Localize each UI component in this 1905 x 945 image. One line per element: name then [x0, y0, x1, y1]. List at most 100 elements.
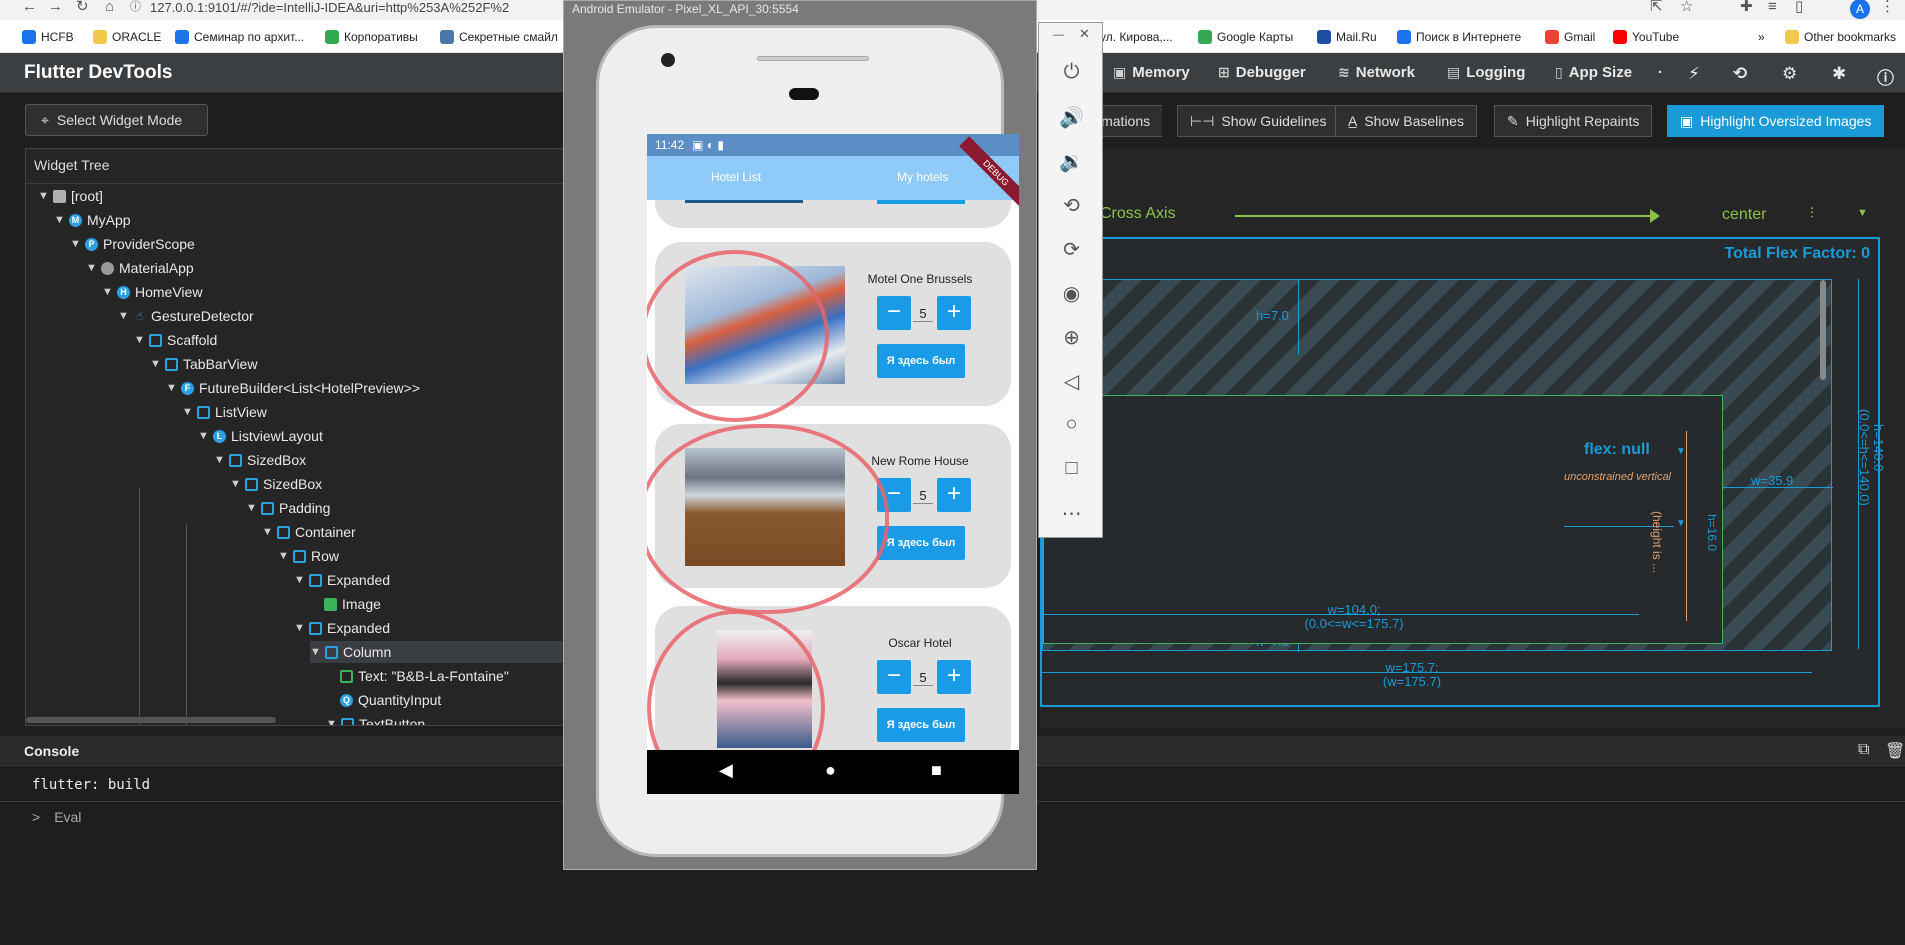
- decrement-button[interactable]: −: [877, 660, 911, 694]
- minimize-icon[interactable]: —: [1053, 29, 1064, 41]
- bookmark-item[interactable]: Google Карты: [1198, 28, 1293, 46]
- recents-icon[interactable]: ■: [931, 760, 942, 781]
- menu-icon[interactable]: ⋮: [1880, 0, 1895, 18]
- tree-node[interactable]: ▼ Expanded: [294, 569, 390, 591]
- select-widget-mode-button[interactable]: ⌖ Select Widget Mode: [25, 104, 208, 136]
- avatar[interactable]: A: [1850, 0, 1870, 19]
- home-icon[interactable]: ●: [825, 760, 836, 781]
- tree-node[interactable]: Text: "B&B-La-Fontaine": [340, 665, 509, 687]
- home-icon[interactable]: ⌂: [105, 0, 114, 18]
- info-icon[interactable]: ⓘ: [1877, 64, 1894, 89]
- flex-child-area[interactable]: h=7.0 h=7.0 flex: null ▼ unconstrained v…: [1042, 279, 1833, 652]
- home-icon[interactable]: ○: [1039, 413, 1104, 436]
- highlight-repaints-button[interactable]: ✎ Highlight Repaints: [1494, 105, 1653, 137]
- tab-my-hotels[interactable]: My hotels: [897, 170, 948, 184]
- tab-hotel-list[interactable]: Hotel List: [711, 170, 761, 184]
- chevron-down-icon[interactable]: ▼: [1676, 446, 1686, 457]
- bookmark-item[interactable]: YouTube: [1613, 28, 1679, 46]
- tree-node[interactable]: ▼ F FutureBuilder<List<HotelPreview>>: [166, 377, 420, 399]
- cross-axis-alignment-value[interactable]: center: [1722, 206, 1766, 224]
- been-here-button[interactable]: Я здесь был: [877, 344, 965, 378]
- tree-node[interactable]: ▼ MaterialApp: [86, 257, 194, 279]
- close-icon[interactable]: ✕: [1079, 26, 1090, 42]
- extensions-icon[interactable]: ✚: [1740, 0, 1753, 18]
- sidepanel-icon[interactable]: ▯: [1795, 0, 1803, 18]
- bookmark-item[interactable]: ул. Кирова,...: [1100, 28, 1173, 46]
- tree-node[interactable]: ▼ Row: [278, 545, 339, 567]
- rotate-right-icon[interactable]: ⟳: [1039, 237, 1104, 262]
- tree-node[interactable]: ▼ ListView: [182, 401, 267, 423]
- back-icon[interactable]: ◀: [719, 760, 733, 781]
- show-baselines-button[interactable]: A̲ Show Baselines: [1335, 105, 1477, 137]
- bookmark-item[interactable]: Other bookmarks: [1785, 28, 1896, 46]
- rotate-left-icon[interactable]: ⟲: [1039, 193, 1104, 218]
- tree-node[interactable]: ▼ Expanded: [294, 617, 390, 639]
- highlight-oversized-images-button[interactable]: ▣ Highlight Oversized Images: [1667, 105, 1885, 137]
- eval-input[interactable]: Eval: [54, 809, 81, 825]
- alignment-icon[interactable]: ⫶: [1810, 205, 1814, 222]
- tree-node[interactable]: ▼ SizedBox: [214, 449, 306, 471]
- tree-node[interactable]: ▼ TextButton: [326, 713, 425, 725]
- bookmark-item[interactable]: Gmail: [1545, 28, 1595, 46]
- forward-icon[interactable]: →: [48, 0, 63, 18]
- chevron-down-icon[interactable]: ▼: [1857, 207, 1868, 219]
- back-icon[interactable]: ←: [22, 0, 37, 18]
- tab-network[interactable]: ≋ Network: [1338, 64, 1415, 81]
- tree-node[interactable]: Image: [324, 593, 381, 615]
- info-icon[interactable]: ⓘ: [130, 0, 141, 18]
- increment-button[interactable]: +: [937, 296, 971, 330]
- flex-value[interactable]: flex: null: [1584, 441, 1650, 459]
- inner-child-box[interactable]: flex: null ▼ unconstrained vertical ▼ (h…: [1043, 395, 1723, 644]
- bookmark-item[interactable]: Секретные смайл: [440, 28, 558, 46]
- more-bookmarks-icon[interactable]: »: [1758, 28, 1765, 46]
- tree-node[interactable]: ▼ Padding: [246, 497, 330, 519]
- horizontal-scrollbar[interactable]: [26, 717, 276, 723]
- settings-icon[interactable]: ⚙: [1782, 64, 1797, 84]
- tree-node[interactable]: ▼ Scaffold: [134, 329, 217, 351]
- overview-icon[interactable]: □: [1039, 457, 1104, 480]
- increment-button[interactable]: +: [937, 660, 971, 694]
- tree-node[interactable]: ▼ P ProviderScope: [70, 233, 195, 255]
- back-icon[interactable]: ◁: [1039, 369, 1104, 394]
- hot-restart-icon[interactable]: ⟲: [1733, 64, 1747, 84]
- tree-node[interactable]: ▼ M MyApp: [54, 209, 131, 231]
- bookmark-item[interactable]: Поиск в Интернете: [1397, 28, 1521, 46]
- playlist-icon[interactable]: ≡: [1768, 0, 1777, 18]
- vertical-scrollbar[interactable]: [1820, 280, 1826, 380]
- url-field[interactable]: 127.0.0.1:9101/#/?ide=IntelliJ-IDEA&uri=…: [150, 0, 509, 15]
- quantity-value[interactable]: 5: [913, 306, 933, 322]
- tree-node[interactable]: ▼ TabBarView: [150, 353, 257, 375]
- been-here-button[interactable]: Я здесь был: [877, 526, 965, 560]
- tab-app-size[interactable]: ▯ App Size: [1555, 64, 1632, 81]
- bookmark-item[interactable]: Семинар по архит...: [175, 28, 304, 46]
- share-icon[interactable]: ⇱: [1650, 0, 1663, 18]
- increment-button[interactable]: +: [937, 478, 971, 512]
- tab-logging[interactable]: ▤ Logging: [1447, 64, 1525, 81]
- tree-node[interactable]: ▼ H HomeView: [102, 281, 202, 303]
- tab-debugger[interactable]: ⊞ Debugger: [1218, 64, 1306, 81]
- tree-node-root[interactable]: ▼ [root]: [38, 185, 103, 207]
- tree-node[interactable]: ▼ Container: [262, 521, 356, 543]
- zoom-icon[interactable]: ⊕: [1039, 325, 1104, 350]
- quantity-value[interactable]: 5: [913, 670, 933, 686]
- quantity-value[interactable]: 5: [913, 488, 933, 504]
- bookmark-item[interactable]: HCFB: [22, 28, 74, 46]
- tree-node[interactable]: ▼ ☝ GestureDetector: [118, 305, 254, 327]
- volume-down-icon[interactable]: 🔉: [1039, 149, 1104, 174]
- bookmark-item[interactable]: Mail.Ru: [1317, 28, 1377, 46]
- bookmark-item[interactable]: ORACLE: [93, 28, 161, 46]
- trash-icon[interactable]: 🗑: [1885, 741, 1905, 761]
- tab-memory[interactable]: ▣ Memory: [1113, 64, 1190, 81]
- tree-node[interactable]: ▼ L ListviewLayout: [198, 425, 323, 447]
- show-guidelines-button[interactable]: ⊢⊣ Show Guidelines: [1177, 105, 1340, 137]
- copy-icon[interactable]: ⧉: [1858, 741, 1869, 759]
- been-here-button[interactable]: Я здесь был: [877, 708, 965, 742]
- volume-up-icon[interactable]: 🔊: [1039, 105, 1104, 130]
- bookmark-item[interactable]: Корпоративы: [325, 28, 418, 46]
- power-icon[interactable]: ⏻: [1039, 61, 1104, 84]
- camera-icon[interactable]: ◉: [1039, 281, 1104, 306]
- star-icon[interactable]: ☆: [1680, 0, 1693, 18]
- hot-reload-icon[interactable]: ⚡: [1688, 64, 1700, 84]
- tree-node-selected[interactable]: ▼ Column: [310, 641, 564, 663]
- tree-node[interactable]: Q QuantityInput: [340, 689, 441, 711]
